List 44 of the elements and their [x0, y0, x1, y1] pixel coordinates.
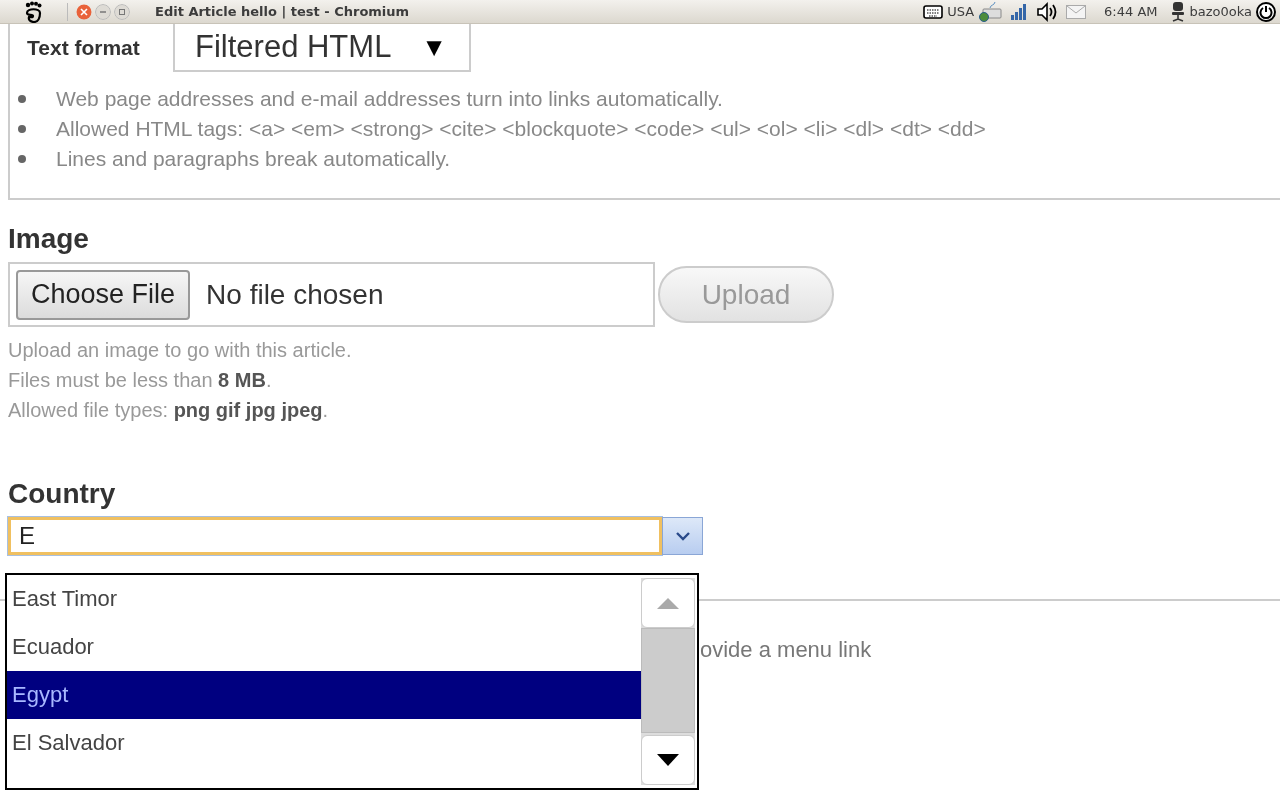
field-label: Image — [8, 222, 90, 256]
file-status: No file chosen — [206, 278, 384, 311]
format-tip: Web page addresses and e-mail addresses turn into links automatically. — [56, 87, 723, 111]
scrollbar[interactable] — [641, 578, 695, 785]
country-option[interactable]: East Timor — [7, 575, 641, 623]
user-name[interactable]: bazo0oka — [1189, 4, 1252, 19]
country-field[interactable]: E — [8, 517, 662, 555]
power-icon[interactable] — [1256, 1, 1276, 22]
up-triangle-icon — [656, 597, 680, 609]
bullet-icon — [18, 125, 26, 133]
help-text: Allowed file types: png gif jpg jpeg. — [8, 398, 330, 423]
country-option[interactable]: Egypt — [7, 671, 641, 719]
keyboard-icon[interactable] — [923, 4, 944, 19]
minimize-window-button[interactable] — [95, 3, 111, 20]
choose-file-button[interactable]: Choose File — [16, 269, 191, 320]
maximize-window-button[interactable] — [114, 3, 130, 20]
field-label: Text format — [27, 36, 141, 60]
field-label: Country — [8, 477, 117, 511]
down-triangle-icon — [656, 753, 680, 767]
window-title: Edit Article hello | test - Chromium — [155, 4, 410, 19]
scroll-down-button[interactable] — [641, 735, 695, 785]
clock[interactable]: 6:44 AM — [1104, 4, 1158, 19]
dropdown-button[interactable] — [662, 517, 703, 555]
speaker-icon[interactable] — [1036, 1, 1059, 22]
close-window-button[interactable] — [76, 3, 92, 20]
keyboard-layout[interactable]: USA — [947, 4, 975, 19]
dropdown-arrow: ▼ — [421, 31, 447, 63]
select-value: Filtered HTML — [195, 29, 392, 65]
text-format-select[interactable]: Filtered HTML ▼ — [173, 24, 471, 72]
help-text: Files must be less than 8 MB. — [8, 368, 273, 393]
format-tip: Allowed HTML tags: <a> <em> <strong> <cite> <blockquote> <code> <ul> <ol> <li> <dl> <dt> <dd> — [56, 117, 986, 141]
signal-bars-icon[interactable] — [1010, 3, 1029, 20]
office-chair-icon[interactable] — [1169, 1, 1186, 22]
bullet-icon — [18, 155, 26, 163]
scroll-thumb[interactable] — [641, 628, 695, 733]
country-option[interactable]: Ecuador — [7, 623, 641, 671]
country-option[interactable]: El Salvador — [7, 719, 641, 767]
bullet-icon — [18, 95, 26, 103]
file-input[interactable]: Choose File No file chosen — [8, 262, 655, 327]
chevron-down-icon — [675, 531, 690, 541]
format-tip: Lines and paragraphs break automatically. — [56, 147, 451, 171]
help-text: Upload an image to go with this article. — [8, 338, 353, 363]
description-text: ovide a menu link — [700, 637, 873, 663]
keyboard-globe-icon[interactable] — [978, 1, 1003, 22]
